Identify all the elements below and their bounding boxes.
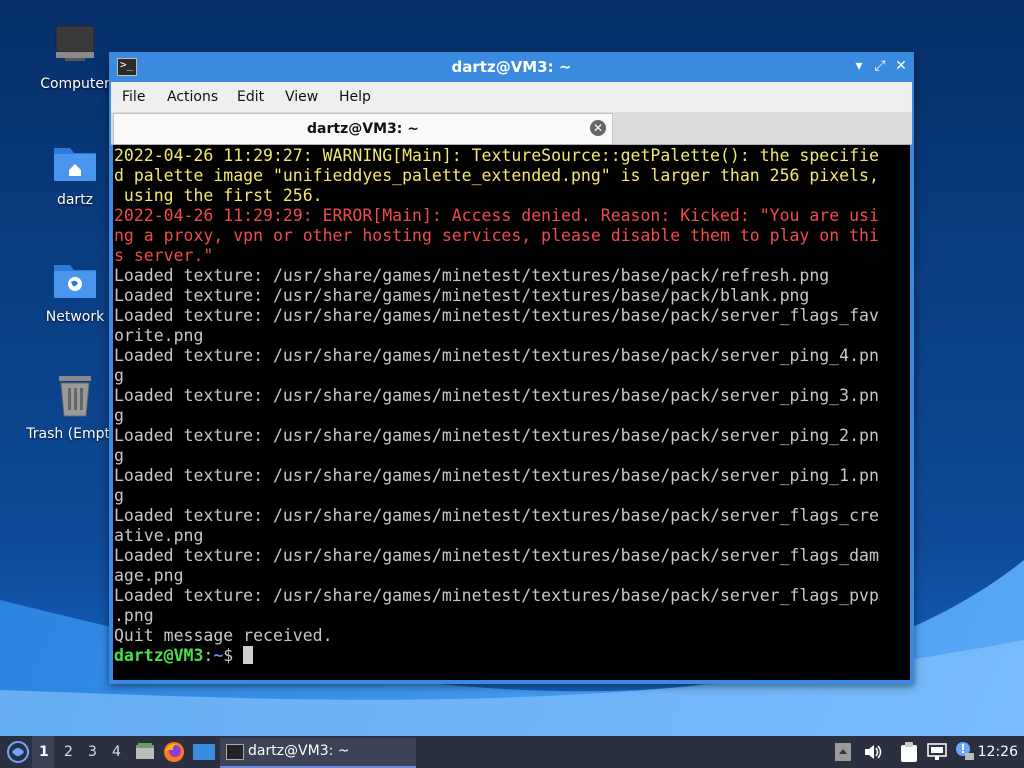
trash-icon	[51, 372, 99, 420]
terminal-line: Loaded texture: /usr/share/games/minetes…	[114, 346, 879, 365]
network-button[interactable]	[926, 736, 948, 768]
clock[interactable]: 12:26	[978, 744, 1018, 760]
menu-view[interactable]: View	[285, 89, 318, 105]
menu-bar: File Actions Edit View Help	[111, 82, 912, 112]
network-folder-icon	[51, 255, 99, 303]
terminal-task-icon	[226, 744, 244, 760]
terminal-line: s server."	[114, 246, 214, 265]
terminal-line: ng a proxy, vpn or other hosting service…	[114, 226, 879, 245]
clipboard-icon	[901, 742, 917, 762]
volume-button[interactable]	[862, 736, 884, 768]
terminal-line: Loaded texture: /usr/share/games/minetes…	[114, 426, 879, 445]
terminal-line: Loaded texture: /usr/share/games/minetes…	[114, 266, 830, 285]
tab-bar: dartz@VM3: ~ ✕	[111, 112, 912, 145]
terminal-line: Loaded texture: /usr/share/games/minetes…	[114, 306, 879, 325]
show-desktop-icon	[193, 744, 215, 760]
workspace-4-button[interactable]: 4	[112, 744, 121, 760]
prompt-separator: :	[203, 646, 214, 665]
tab-close-icon[interactable]: ✕	[590, 120, 606, 136]
terminal-line: Quit message received.	[114, 626, 333, 645]
file-manager-launcher[interactable]	[134, 736, 156, 768]
tab-terminal[interactable]: dartz@VM3: ~ ✕	[113, 113, 613, 144]
update-notifier-icon	[956, 742, 974, 760]
terminal-line: ative.png	[114, 526, 204, 545]
workspace-label: 1	[39, 744, 49, 760]
terminal-line: g	[114, 366, 124, 385]
workspace-3-button[interactable]: 3	[88, 744, 97, 760]
text-cursor	[243, 646, 254, 664]
maximize-button[interactable]: ⤢	[871, 57, 889, 75]
prompt-user: dartz@VM3	[114, 646, 204, 665]
firefox-icon	[164, 742, 184, 762]
terminal-line: d palette image "unifieddyes_palette_ext…	[114, 166, 879, 185]
terminal-prompt-line[interactable]: dartz@VM3:~$	[114, 646, 879, 666]
lubuntu-logo-icon	[7, 741, 29, 763]
terminal-line: .png	[114, 606, 154, 625]
terminal-line: 2022-04-26 11:29:29: ERROR[Main]: Access…	[114, 206, 879, 225]
start-menu-button[interactable]	[4, 736, 30, 768]
taskbar-task-terminal[interactable]: dartz@VM3: ~	[220, 738, 416, 768]
menu-file[interactable]: File	[122, 89, 145, 105]
workspace-1-button[interactable]: 1	[32, 736, 54, 768]
minimize-button[interactable]: ▾	[850, 57, 868, 75]
prompt-path: ~	[213, 646, 224, 665]
menu-help[interactable]: Help	[339, 89, 371, 105]
computer-icon	[51, 22, 99, 70]
home-folder-icon	[51, 138, 99, 186]
tray-scroll-button[interactable]	[834, 736, 852, 768]
terminal-line: age.png	[114, 566, 184, 585]
window-titlebar[interactable]: >_ dartz@VM3: ~ ▾ ⤢ ✕	[109, 52, 914, 82]
file-manager-icon	[136, 743, 154, 759]
terminal-line: using the first 256.	[114, 186, 323, 205]
menu-actions[interactable]: Actions	[167, 89, 218, 105]
terminal-line: Loaded texture: /usr/share/games/minetes…	[114, 466, 879, 485]
terminal-line: Loaded texture: /usr/share/games/minetes…	[114, 586, 879, 605]
terminal-line: Loaded texture: /usr/share/games/minetes…	[114, 546, 879, 565]
terminal-line: g	[114, 446, 124, 465]
task-label: dartz@VM3: ~	[248, 743, 350, 759]
terminal-line: Loaded texture: /usr/share/games/minetes…	[114, 506, 879, 525]
volume-icon	[865, 745, 882, 759]
update-notifier-button[interactable]	[954, 736, 976, 768]
terminal-line: Loaded texture: /usr/share/games/minetes…	[114, 386, 879, 405]
clipboard-button[interactable]	[898, 736, 920, 768]
prompt-symbol: $	[223, 646, 244, 665]
taskbar: 1 2 3 4 dartz@VM3: ~ 12:26	[0, 736, 1024, 768]
close-button[interactable]: ✕	[892, 57, 910, 75]
menu-edit[interactable]: Edit	[237, 89, 264, 105]
terminal-line: 2022-04-26 11:29:27: WARNING[Main]: Text…	[114, 146, 879, 165]
terminal-line: orite.png	[114, 326, 204, 345]
terminal-line: g	[114, 486, 124, 505]
workspace-2-button[interactable]: 2	[64, 744, 73, 760]
network-icon	[927, 743, 947, 760]
terminal-window: >_ dartz@VM3: ~ ▾ ⤢ ✕ File Actions Edit …	[109, 52, 914, 684]
firefox-launcher[interactable]	[162, 736, 186, 768]
tab-label: dartz@VM3: ~	[307, 121, 419, 137]
window-title: dartz@VM3: ~	[451, 58, 572, 76]
terminal-output[interactable]: 2022-04-26 11:29:27: WARNING[Main]: Text…	[113, 145, 910, 680]
scroll-up-icon	[835, 743, 851, 761]
terminal-lines: 2022-04-26 11:29:27: WARNING[Main]: Text…	[114, 146, 879, 666]
show-desktop-button[interactable]	[192, 736, 216, 768]
terminal-line: g	[114, 406, 124, 425]
terminal-line: Loaded texture: /usr/share/games/minetes…	[114, 286, 810, 305]
